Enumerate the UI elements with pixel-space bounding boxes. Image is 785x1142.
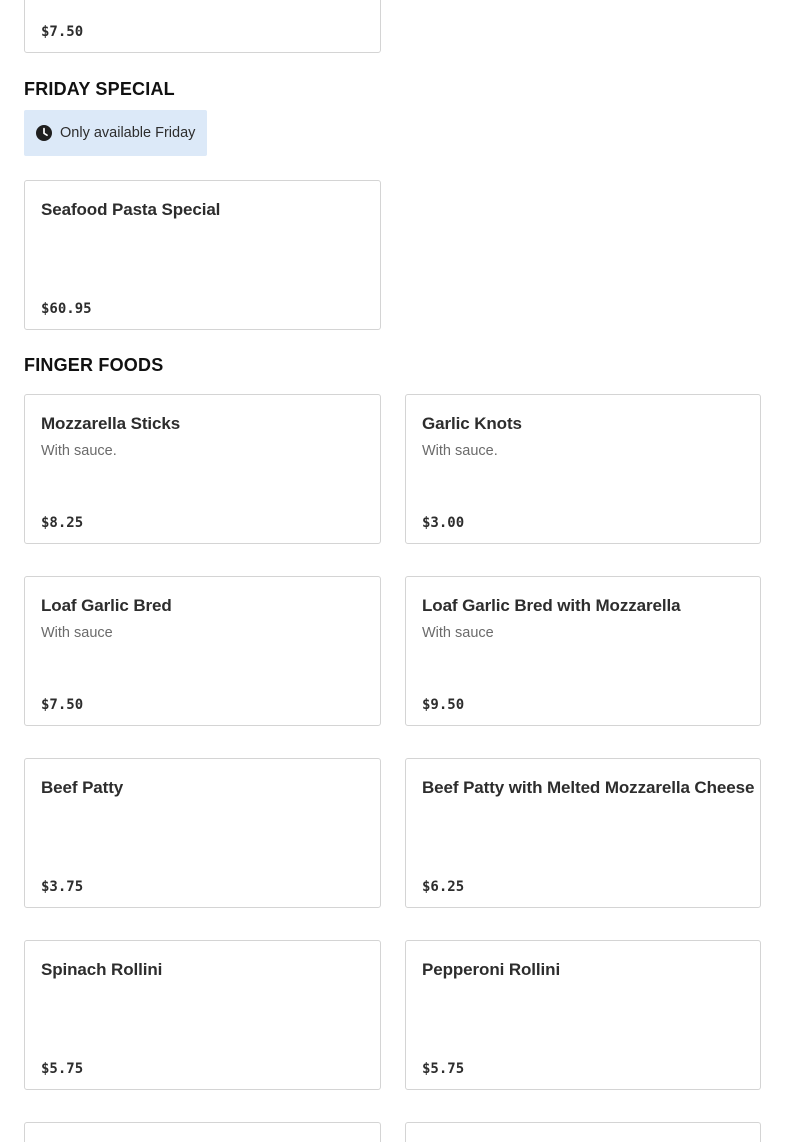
clock-icon — [36, 125, 52, 141]
menu-item-card[interactable]: Seafood Pasta Special $60.95 — [24, 180, 381, 330]
item-name: Beef Patty — [41, 778, 124, 797]
item-description: With sauce — [41, 625, 113, 641]
item-price: $3.00 — [422, 515, 465, 531]
item-price: $3.75 — [41, 879, 84, 895]
item-price: $60.95 — [41, 301, 92, 317]
item-name: Beef Patty with Melted Mozzarella Cheese — [422, 778, 755, 797]
item-price: $7.50 — [41, 24, 84, 40]
menu-item-card[interactable]: Garlic Knots With sauce. $3.00 — [405, 394, 761, 544]
menu-item-card[interactable]: Spinach Rollini $5.75 — [24, 940, 381, 1090]
item-name: Pepperoni Rollini — [422, 960, 561, 979]
menu-page: $7.50 FRIDAY SPECIAL Only available Frid… — [0, 0, 785, 1142]
item-price: $8.25 — [41, 515, 84, 531]
menu-item-card[interactable]: Pepperoni Rollini $5.75 — [405, 940, 761, 1090]
section-title-friday-special: FRIDAY SPECIAL — [24, 79, 175, 99]
item-name: Loaf Garlic Bred — [41, 596, 172, 615]
menu-item-card[interactable]: Beef Patty with Melted Mozzarella Cheese… — [405, 758, 761, 908]
item-price: $6.25 — [422, 879, 465, 895]
availability-text: Only available Friday — [60, 125, 196, 141]
item-name: Seafood Pasta Special — [41, 200, 221, 219]
menu-item-card[interactable]: Beef Patty $3.75 — [24, 758, 381, 908]
item-price: $5.75 — [41, 1061, 84, 1077]
item-price: $5.75 — [422, 1061, 465, 1077]
availability-badge: Only available Friday — [24, 110, 207, 156]
menu-item-card[interactable]: Loaf Garlic Bred With sauce $7.50 — [24, 576, 381, 726]
menu-item-card[interactable]: $7.50 — [24, 0, 381, 53]
item-description: With sauce. — [422, 443, 498, 459]
menu-item-card[interactable]: Mozzarella Sticks With sauce. $8.25 — [24, 394, 381, 544]
menu-item-card[interactable] — [405, 1122, 761, 1142]
item-name: Garlic Knots — [422, 414, 522, 433]
item-name: Spinach Rollini — [41, 960, 163, 979]
section-title-finger-foods: FINGER FOODS — [24, 355, 164, 375]
item-description: With sauce — [422, 625, 494, 641]
item-price: $9.50 — [422, 697, 465, 713]
item-price: $7.50 — [41, 697, 84, 713]
menu-item-card[interactable]: Loaf Garlic Bred with Mozzarella With sa… — [405, 576, 761, 726]
menu-item-card[interactable] — [24, 1122, 381, 1142]
item-name: Mozzarella Sticks — [41, 414, 181, 433]
item-description: With sauce. — [41, 443, 117, 459]
item-name: Loaf Garlic Bred with Mozzarella — [422, 596, 681, 615]
